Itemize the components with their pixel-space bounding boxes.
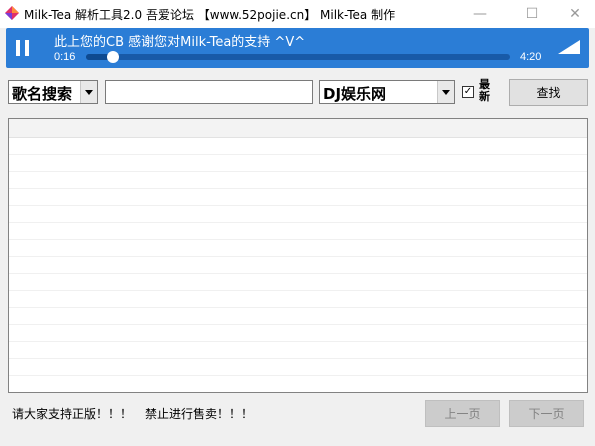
latest-checkbox[interactable]: ✓: [462, 86, 474, 98]
support-notice: 请大家支持正版！！！: [12, 407, 133, 421]
title-bar: Milk-Tea 解析工具2.0 吾爱论坛 【www.52pojie.cn】 M…: [0, 0, 595, 28]
progress-knob[interactable]: [106, 51, 119, 63]
list-row[interactable]: [9, 189, 587, 206]
list-row[interactable]: [9, 274, 587, 291]
search-type-value: 歌名搜索: [12, 85, 73, 103]
search-type-select[interactable]: 歌名搜索: [8, 80, 98, 104]
current-time: 0:16: [54, 51, 76, 63]
list-row[interactable]: [9, 155, 587, 172]
results-list[interactable]: [8, 118, 588, 393]
player-bar: 此上您的CB 感谢您对Milk-Tea的支持 ^V^ 0:16 4:20: [6, 28, 589, 68]
total-time: 4:20: [520, 51, 542, 63]
list-row[interactable]: [9, 138, 587, 155]
list-row[interactable]: [9, 223, 587, 240]
source-value: DJ娱乐网: [323, 85, 387, 103]
search-input[interactable]: [105, 80, 313, 104]
list-row[interactable]: [9, 257, 587, 274]
list-row[interactable]: [9, 172, 587, 189]
window-title: Milk-Tea 解析工具2.0 吾爱论坛 【www.52pojie.cn】 M…: [24, 8, 396, 22]
volume-icon[interactable]: [558, 40, 580, 54]
chevron-down-icon[interactable]: [80, 81, 97, 103]
list-row[interactable]: [9, 359, 587, 376]
pause-icon[interactable]: [16, 40, 30, 56]
app-icon: [5, 6, 19, 20]
list-row[interactable]: [9, 206, 587, 223]
close-icon: ✕: [569, 6, 581, 22]
list-header: [9, 119, 587, 138]
list-row[interactable]: [9, 376, 587, 392]
list-row[interactable]: [9, 291, 587, 308]
minimize-icon: —: [473, 6, 487, 22]
next-page-button[interactable]: 下一页: [509, 400, 584, 427]
close-button[interactable]: ✕: [552, 0, 595, 28]
source-select[interactable]: DJ娱乐网: [319, 80, 455, 104]
latest-label: 最新: [479, 78, 490, 103]
maximize-button[interactable]: ☐: [509, 0, 555, 28]
search-toolbar: 歌名搜索 DJ娱乐网 ✓ 最新 查找: [0, 78, 595, 108]
maximize-icon: ☐: [525, 6, 539, 22]
list-row[interactable]: [9, 325, 587, 342]
chevron-down-icon[interactable]: [437, 81, 454, 103]
list-row[interactable]: [9, 308, 587, 325]
find-button[interactable]: 查找: [509, 79, 588, 106]
progress-slider[interactable]: [86, 51, 510, 63]
prev-page-button[interactable]: 上一页: [425, 400, 500, 427]
list-row[interactable]: [9, 342, 587, 359]
minimize-button[interactable]: —: [457, 0, 503, 28]
no-resale-notice: 禁止进行售卖！！！: [145, 407, 254, 421]
list-row[interactable]: [9, 240, 587, 257]
now-playing-text: 此上您的CB 感谢您对Milk-Tea的支持 ^V^: [54, 35, 306, 50]
